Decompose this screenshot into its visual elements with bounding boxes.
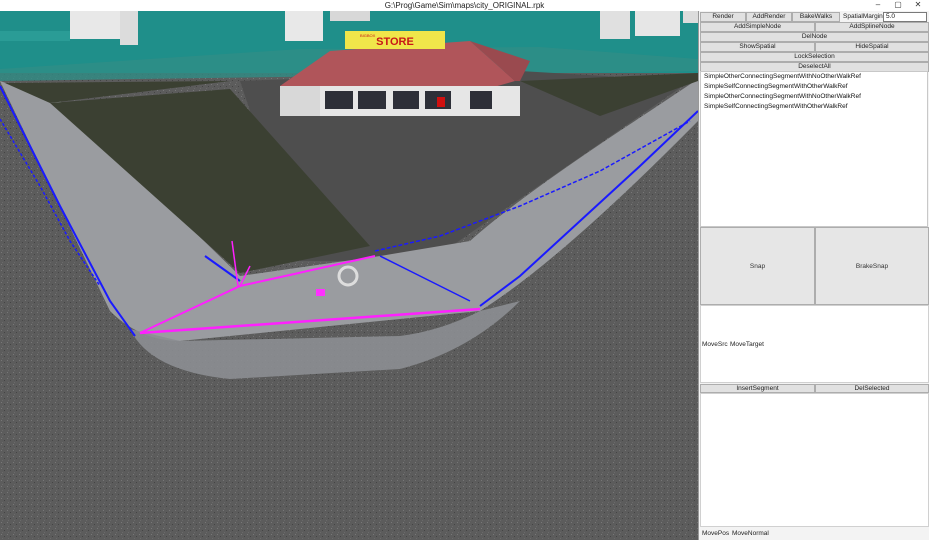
move-src-label[interactable]: MoveSrc	[702, 341, 728, 348]
3d-viewport[interactable]: STORE BIGBOX	[0, 11, 698, 540]
close-icon[interactable]: ✕	[911, 0, 925, 10]
move-pos-label[interactable]: MovePos	[702, 530, 729, 537]
list-item[interactable]: SimpleOtherConnectingSegmentWithNoOtherW…	[701, 72, 927, 82]
scene-render: STORE BIGBOX	[0, 11, 698, 540]
show-spatial-button[interactable]: ShowSpatial	[700, 42, 815, 52]
spatial-margin-input[interactable]: 5.0	[883, 12, 927, 22]
window-title: G:\Prog\Game\Sim\maps\city_ORIGINAL.rpk	[384, 1, 545, 10]
bake-walks-button[interactable]: BakeWalks	[792, 12, 840, 22]
insert-segment-button[interactable]: InsertSegment	[700, 384, 815, 393]
add-spline-node-button[interactable]: AddSplineNode	[815, 22, 929, 32]
move-target-label[interactable]: MoveTarget	[730, 341, 764, 348]
selected-node-marker[interactable]	[316, 289, 325, 296]
del-node-button[interactable]: DelNode	[700, 32, 929, 42]
store-sign-small: BIGBOX	[360, 33, 376, 38]
spatial-margin-label: SpatialMargin:	[843, 13, 885, 20]
snap-button[interactable]: Snap	[700, 227, 815, 305]
list-item[interactable]: SimpleSelfConnectingSegmentWithOtherWalk…	[701, 102, 927, 112]
add-simple-node-button[interactable]: AddSimpleNode	[700, 22, 815, 32]
maximize-icon[interactable]: ▢	[891, 0, 905, 10]
add-render-button[interactable]: AddRender	[746, 12, 792, 22]
render-button[interactable]: Render	[700, 12, 746, 22]
list-item[interactable]: SimpleOtherConnectingSegmentWithNoOtherW…	[701, 92, 927, 102]
selection-list[interactable]: SimpleOtherConnectingSegmentWithNoOtherW…	[700, 71, 928, 227]
property-area	[700, 393, 929, 527]
lock-selection-button[interactable]: LockSelection	[700, 52, 929, 62]
hide-spatial-button[interactable]: HideSpatial	[815, 42, 929, 52]
list-item[interactable]: SimpleSelfConnectingSegmentWithOtherWalk…	[701, 82, 927, 92]
title-bar: G:\Prog\Game\Sim\maps\city_ORIGINAL.rpk …	[0, 0, 929, 11]
move-normal-label[interactable]: MoveNormal	[732, 530, 769, 537]
minimize-icon[interactable]: –	[871, 0, 885, 10]
editor-panel: Render AddRender BakeWalks SpatialMargin…	[698, 11, 929, 540]
brake-snap-button[interactable]: BrakeSnap	[815, 227, 929, 305]
store-sign: STORE	[376, 36, 414, 48]
del-selected-button[interactable]: DelSelected	[815, 384, 929, 393]
